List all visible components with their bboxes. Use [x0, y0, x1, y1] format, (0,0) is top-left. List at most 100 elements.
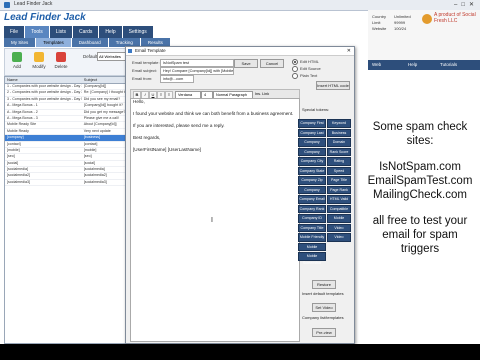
row-name: [mobile] — [7, 147, 20, 152]
row-name: [company] — [7, 135, 24, 140]
edit-source-radio[interactable]: Edit Source — [292, 66, 321, 72]
table-row[interactable]: [socialmedia3] [socialmedia3] — [5, 180, 131, 187]
dialog-icon — [128, 49, 132, 53]
token-button[interactable]: Company Website — [298, 147, 326, 160]
token-button[interactable]: Company Title — [298, 223, 326, 232]
token-button[interactable]: Speed — [327, 166, 351, 175]
token-button[interactable]: Company Last Name — [298, 128, 326, 141]
row-subject: [Company[Id]] — [83, 84, 107, 88]
token-button[interactable]: Rating — [327, 157, 351, 166]
tab-help[interactable]: Help — [99, 26, 122, 38]
main-tabs: File Tools Lists Cards Help Settings — [4, 26, 154, 38]
list-rows: 1 - Companies with poor website design -… — [5, 84, 131, 187]
plain-text-radio[interactable]: Plain Text — [292, 73, 317, 79]
account-label: Website — [372, 26, 387, 31]
token-button[interactable]: Page Title — [327, 176, 351, 185]
nav-help[interactable]: Help — [408, 62, 417, 67]
token-button[interactable]: Company City — [298, 157, 326, 166]
tab-tools[interactable]: Tools — [25, 26, 49, 38]
row-name: [socialmedia2] — [7, 173, 30, 178]
nav-tutorials[interactable]: Tutorials — [440, 62, 457, 67]
token-button[interactable]: Company State — [298, 166, 326, 175]
email-subject-input[interactable]: Hey! Compare [Company[Id]] with [Mobile] — [160, 67, 234, 75]
spam-check-note: Some spam check sites: IsNotSpam.com Ema… — [360, 120, 480, 256]
tab-settings[interactable]: Settings — [122, 26, 153, 38]
restore-button[interactable]: Restore — [312, 280, 336, 289]
tab-lists[interactable]: Lists — [49, 26, 73, 38]
token-button[interactable]: Domain — [327, 138, 351, 147]
modify-button[interactable]: Modify — [30, 52, 48, 69]
window-controls[interactable]: –□✕ — [454, 1, 478, 8]
row-subject: Please give me a call! — [83, 115, 119, 120]
email-from-input[interactable]: info@...com — [160, 75, 194, 83]
token-button[interactable]: Business — [327, 128, 351, 137]
company-logo-icon — [422, 14, 432, 24]
token-button[interactable]: Company Rank — [298, 204, 326, 213]
row-subject: Did you see my email? — [83, 96, 121, 101]
add-icon — [12, 52, 22, 62]
subtab-my-sites[interactable]: My Sites — [4, 38, 36, 47]
delete-button[interactable]: Delete — [52, 52, 70, 69]
token-button[interactable]: Company Email — [298, 195, 326, 204]
token-button[interactable]: Company ID — [298, 214, 326, 223]
edit-html-radio[interactable]: Edit HTML — [292, 59, 319, 65]
ribbon: Add Modify Delete Default All Websites — [4, 48, 132, 76]
template-name-input[interactable]: IsNotSpam test — [160, 59, 234, 67]
token-button[interactable]: Compatible — [327, 204, 351, 213]
row-name: 2 - Companies with poor website design -… — [7, 90, 82, 95]
body-line: [UserFirstName] [UserLastName] — [133, 147, 201, 152]
token-button[interactable]: Video Screenshot — [327, 223, 351, 236]
row-name: A - Mega Bonus - 1 — [7, 103, 38, 108]
close-icon[interactable]: ✕ — [347, 47, 351, 55]
site-name: MailingCheck.com — [373, 189, 467, 201]
row-subject: About [Company[Id]] — [83, 122, 117, 127]
note-footer: email for spam — [382, 229, 458, 241]
set-video-button[interactable]: Set Video — [312, 303, 336, 312]
row-name: 3 - Companies with poor website design -… — [7, 96, 82, 101]
subtab-dashboard[interactable]: Dashboard — [71, 38, 108, 47]
insert-link-button[interactable]: Ins. Link — [253, 91, 275, 97]
insert-html-button[interactable]: Insert HTML code — [316, 81, 350, 90]
token-button[interactable]: Page Rank — [327, 185, 351, 194]
dialog-titlebar: Email Template ✕ — [126, 47, 354, 56]
column-header-subject[interactable]: Subject — [82, 77, 131, 83]
row-name: [contact] — [7, 141, 21, 146]
row-name: [seo] — [7, 154, 15, 159]
tab-cards[interactable]: Cards — [73, 26, 99, 38]
account-value: 99999 — [394, 20, 406, 25]
tab-file[interactable]: File — [4, 26, 25, 38]
edit-icon — [34, 52, 44, 62]
token-button[interactable]: Company First Name — [298, 119, 326, 132]
token-button[interactable]: HTML Valid — [327, 195, 351, 204]
token-button[interactable]: Company Zip — [298, 176, 326, 185]
site-name: EmailSpamTest.com — [367, 175, 473, 187]
row-subject: [socialmedia2] — [83, 173, 107, 178]
cancel-button[interactable]: Cancel — [260, 59, 284, 68]
token-button[interactable]: Rank Score — [327, 147, 351, 156]
subtab-templates[interactable]: Templates — [36, 38, 71, 47]
row-subject: Re: [Company] I thought th — [83, 90, 127, 95]
token-button[interactable]: Company Phone — [298, 185, 326, 198]
site-name: IsNotSpam.com — [379, 161, 461, 173]
filter-label: Default — [83, 54, 98, 59]
token-button[interactable]: Mobile Friendly — [298, 233, 326, 242]
save-button[interactable]: Save — [234, 59, 258, 68]
nav-web[interactable]: Web — [372, 62, 381, 67]
row-name: [socialmedia] — [7, 167, 28, 172]
add-button[interactable]: Add — [8, 52, 26, 69]
group-label: Insert default templates — [302, 291, 344, 296]
row-name: A - Mega Bonus - 2 — [7, 109, 38, 114]
column-header-name[interactable]: Name — [5, 77, 82, 83]
row-subject: Did you get my message? — [83, 109, 126, 114]
delete-icon — [56, 52, 66, 62]
token-button[interactable]: Keyword — [327, 119, 351, 128]
token-button[interactable]: Mobile Loadtime — [298, 242, 326, 255]
token-button[interactable]: Video — [327, 233, 351, 242]
email-body-editor[interactable]: Hello, I found your website and think we… — [130, 98, 300, 342]
tokens-title: Special tokens: — [302, 107, 330, 112]
preview-button[interactable]: Pre-view — [312, 328, 336, 337]
token-button[interactable]: Mobile Screenshot — [298, 252, 326, 265]
row-subject: [business] — [83, 135, 100, 140]
token-button[interactable]: Mobile — [327, 214, 351, 223]
token-button[interactable]: Company Address — [298, 138, 326, 151]
